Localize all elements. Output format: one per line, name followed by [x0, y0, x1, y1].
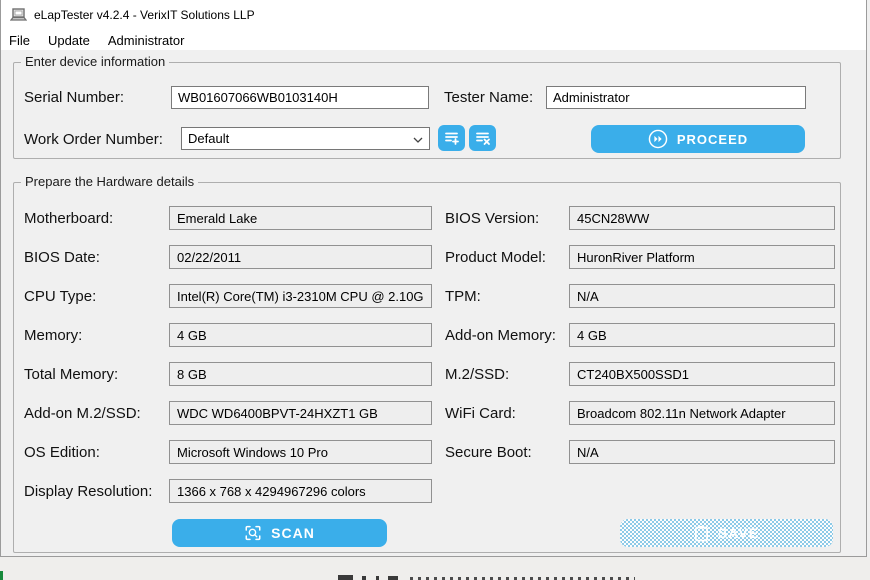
- device-info-group: Enter device information Serial Number: …: [13, 62, 841, 159]
- add-work-order-button[interactable]: [438, 125, 465, 151]
- delete-work-order-button[interactable]: [469, 125, 496, 151]
- addon-memory-label: Add-on Memory:: [445, 327, 556, 344]
- tester-name-input[interactable]: [546, 86, 806, 109]
- laptop-app-icon: [10, 8, 27, 23]
- background-green-sliver: [0, 571, 3, 580]
- bios-version-value[interactable]: [569, 206, 835, 230]
- addon-ssd-label: Add-on M.2/SSD:: [24, 405, 141, 422]
- background-text-fragment: [376, 576, 379, 580]
- list-remove-icon: [475, 130, 491, 146]
- hardware-details-group: Prepare the Hardware details Motherboard…: [13, 182, 841, 553]
- work-order-label: Work Order Number:: [24, 131, 163, 148]
- bios-date-label: BIOS Date:: [24, 249, 100, 266]
- total-memory-label: Total Memory:: [24, 366, 118, 383]
- serial-number-label: Serial Number:: [24, 89, 124, 106]
- scan-button-label: SCAN: [271, 525, 315, 541]
- menu-file[interactable]: File: [1, 32, 39, 49]
- device-info-legend: Enter device information: [21, 54, 169, 69]
- menu-update[interactable]: Update: [39, 32, 99, 49]
- work-order-select[interactable]: Default: [181, 127, 430, 150]
- m2-ssd-value[interactable]: [569, 362, 835, 386]
- menu-bar: File Update Administrator: [1, 30, 866, 50]
- proceed-button-label: PROCEED: [677, 132, 748, 147]
- tester-name-label: Tester Name:: [444, 89, 533, 106]
- total-memory-value[interactable]: [169, 362, 432, 386]
- display-resolution-label: Display Resolution:: [24, 483, 152, 500]
- background-text-fragment: [388, 576, 398, 580]
- scan-icon: [244, 524, 262, 542]
- addon-memory-value[interactable]: [569, 323, 835, 347]
- save-icon: [694, 525, 709, 542]
- tpm-label: TPM:: [445, 288, 481, 305]
- background-text-fragment: [338, 575, 353, 580]
- memory-label: Memory:: [24, 327, 82, 344]
- os-edition-label: OS Edition:: [24, 444, 100, 461]
- menu-administrator[interactable]: Administrator: [99, 32, 194, 49]
- background-window-artifact: [0, 557, 870, 580]
- motherboard-label: Motherboard:: [24, 210, 113, 227]
- save-button-label: SAVE: [718, 525, 759, 541]
- save-button[interactable]: SAVE: [620, 519, 833, 547]
- display-resolution-value[interactable]: [169, 479, 432, 503]
- cpu-type-label: CPU Type:: [24, 288, 96, 305]
- motherboard-value[interactable]: [169, 206, 432, 230]
- wifi-card-label: WiFi Card:: [445, 405, 516, 422]
- fast-forward-icon: [648, 129, 668, 149]
- work-order-selected-value: Default: [188, 131, 229, 146]
- bios-version-label: BIOS Version:: [445, 210, 539, 227]
- chevron-down-icon: [413, 131, 423, 146]
- memory-value[interactable]: [169, 323, 432, 347]
- cpu-type-value[interactable]: [169, 284, 432, 308]
- proceed-button[interactable]: PROCEED: [591, 125, 805, 153]
- wifi-card-value[interactable]: [569, 401, 835, 425]
- window-title: eLapTester v4.2.4 - VerixIT Solutions LL…: [34, 8, 255, 22]
- product-model-value[interactable]: [569, 245, 835, 269]
- os-edition-value[interactable]: [169, 440, 432, 464]
- list-add-icon: [444, 130, 460, 146]
- title-bar: eLapTester v4.2.4 - VerixIT Solutions LL…: [1, 0, 866, 30]
- scan-button[interactable]: SCAN: [172, 519, 387, 547]
- secure-boot-label: Secure Boot:: [445, 444, 532, 461]
- addon-ssd-value[interactable]: [169, 401, 432, 425]
- bios-date-value[interactable]: [169, 245, 432, 269]
- m2-ssd-label: M.2/SSD:: [445, 366, 509, 383]
- secure-boot-value[interactable]: [569, 440, 835, 464]
- tpm-value[interactable]: [569, 284, 835, 308]
- background-text-fragment: [362, 576, 366, 580]
- app-window: eLapTester v4.2.4 - VerixIT Solutions LL…: [0, 0, 867, 557]
- serial-number-input[interactable]: [171, 86, 429, 109]
- hardware-details-legend: Prepare the Hardware details: [21, 174, 198, 189]
- product-model-label: Product Model:: [445, 249, 546, 266]
